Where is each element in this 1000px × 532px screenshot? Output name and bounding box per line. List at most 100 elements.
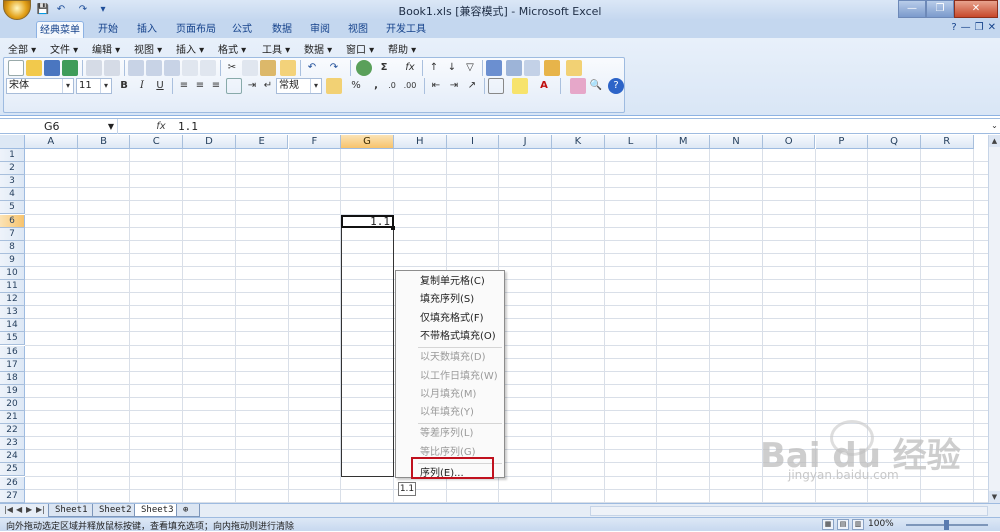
help-toolbar-icon[interactable]: ? bbox=[608, 78, 624, 94]
bold-button[interactable]: B bbox=[116, 78, 132, 94]
column-header-p[interactable]: P bbox=[815, 135, 869, 149]
page-break-view-icon[interactable]: ▥ bbox=[852, 519, 864, 530]
styles-icon[interactable] bbox=[570, 78, 586, 94]
font-color-icon[interactable]: A bbox=[536, 78, 552, 94]
permission-icon[interactable] bbox=[62, 60, 78, 76]
save-toolbar-icon[interactable] bbox=[44, 60, 60, 76]
column-header-h[interactable]: H bbox=[393, 135, 447, 149]
indent-icon[interactable]: ⇥ bbox=[244, 78, 260, 94]
align-left-icon[interactable]: ≡ bbox=[176, 78, 192, 94]
page-layout-view-icon[interactable]: ▤ bbox=[837, 519, 849, 530]
close-button[interactable]: ✕ bbox=[954, 0, 998, 18]
row-header-25[interactable]: 25 bbox=[0, 463, 25, 477]
normal-view-icon[interactable]: ▦ bbox=[822, 519, 834, 530]
name-box[interactable]: G6 ▼ bbox=[2, 119, 118, 134]
tab-developer[interactable]: 开发工具 bbox=[384, 21, 428, 38]
tab-data[interactable]: 数据 bbox=[266, 21, 298, 38]
sheet-tab-3[interactable]: Sheet3 bbox=[134, 504, 181, 517]
row-header-3[interactable]: 3 bbox=[0, 175, 25, 189]
orientation-icon[interactable]: ↗ bbox=[464, 78, 480, 94]
row-header-13[interactable]: 13 bbox=[0, 306, 25, 320]
row-header-15[interactable]: 15 bbox=[0, 332, 25, 346]
menu-data[interactable]: 数据 ▾ bbox=[304, 41, 332, 56]
row-header-24[interactable]: 24 bbox=[0, 450, 25, 464]
open-icon[interactable] bbox=[26, 60, 42, 76]
row-header-6[interactable]: 6 bbox=[0, 214, 25, 228]
comma-button[interactable]: , bbox=[368, 78, 384, 94]
row-header-18[interactable]: 18 bbox=[0, 371, 25, 385]
menu-item-fill-without-formatting[interactable]: 不带格式填充(O) bbox=[420, 328, 496, 346]
increase-indent-icon[interactable]: ⇥ bbox=[446, 78, 462, 94]
column-header-i[interactable]: I bbox=[446, 135, 500, 149]
column-header-n[interactable]: N bbox=[710, 135, 763, 149]
first-sheet-icon[interactable]: |◀ bbox=[4, 505, 13, 514]
tab-formulas[interactable]: 公式 bbox=[226, 21, 258, 38]
chevron-down-icon[interactable]: ▼ bbox=[108, 119, 114, 134]
ribbon-close-icon[interactable]: ✕ bbox=[988, 22, 996, 33]
sheet-tab-1[interactable]: Sheet1 bbox=[48, 504, 95, 517]
insert-function-icon[interactable]: fx bbox=[400, 60, 420, 76]
column-header-l[interactable]: L bbox=[604, 135, 658, 149]
wrap-icon[interactable]: ↵ bbox=[260, 78, 276, 94]
tab-classic-menu[interactable]: 经典菜单 bbox=[36, 21, 84, 38]
row-header-17[interactable]: 17 bbox=[0, 358, 25, 372]
column-header-m[interactable]: M bbox=[657, 135, 711, 149]
row-header-1[interactable]: 1 bbox=[0, 149, 25, 163]
printer-icon[interactable] bbox=[128, 60, 144, 76]
row-header-9[interactable]: 9 bbox=[0, 253, 25, 267]
column-header-g[interactable]: G bbox=[341, 135, 394, 149]
row-header-7[interactable]: 7 bbox=[0, 227, 25, 241]
align-right-icon[interactable]: ≡ bbox=[208, 78, 224, 94]
ribbon-restore-icon[interactable]: ❐ bbox=[975, 22, 984, 33]
vertical-scrollbar[interactable]: ▲ ▼ bbox=[988, 135, 1000, 503]
print-preview-icon[interactable] bbox=[104, 60, 120, 76]
folder-icon[interactable] bbox=[566, 60, 582, 76]
percent-button[interactable]: % bbox=[348, 78, 364, 94]
menu-item-fill-series[interactable]: 填充序列(S) bbox=[420, 291, 474, 309]
menu-view[interactable]: 视图 ▾ bbox=[134, 41, 162, 56]
column-header-r[interactable]: R bbox=[920, 135, 974, 149]
column-header-o[interactable]: O bbox=[762, 135, 816, 149]
borders-icon[interactable] bbox=[488, 78, 504, 94]
align-center-icon[interactable]: ≡ bbox=[192, 78, 208, 94]
undo-toolbar-icon[interactable]: ↶ bbox=[304, 60, 320, 76]
prev-sheet-icon[interactable]: ◀ bbox=[16, 505, 22, 514]
maximize-button[interactable]: ❐ bbox=[926, 0, 954, 18]
new-icon[interactable] bbox=[8, 60, 24, 76]
scroll-down-icon[interactable]: ▼ bbox=[989, 491, 1000, 503]
last-sheet-icon[interactable]: ▶| bbox=[36, 505, 45, 514]
table-icon[interactable] bbox=[524, 60, 540, 76]
row-header-8[interactable]: 8 bbox=[0, 240, 25, 254]
menu-window[interactable]: 窗口 ▾ bbox=[346, 41, 374, 56]
currency-icon[interactable] bbox=[326, 78, 342, 94]
autosum-icon[interactable]: Σ bbox=[376, 60, 392, 76]
redo-toolbar-icon[interactable]: ↷ bbox=[326, 60, 342, 76]
row-header-10[interactable]: 10 bbox=[0, 266, 25, 280]
chart-icon[interactable] bbox=[486, 60, 502, 76]
tab-view[interactable]: 视图 bbox=[342, 21, 374, 38]
increase-decimal-icon[interactable]: .0 bbox=[384, 78, 400, 94]
row-header-23[interactable]: 23 bbox=[0, 437, 25, 451]
font-name-select[interactable]: 宋体 ▾ bbox=[6, 78, 74, 94]
research-icon[interactable] bbox=[182, 60, 198, 76]
insert-function-button[interactable]: fx bbox=[152, 119, 170, 134]
menu-all[interactable]: 全部 ▾ bbox=[8, 41, 36, 56]
decrease-decimal-icon[interactable]: .00 bbox=[402, 78, 418, 94]
thesaurus-icon[interactable] bbox=[200, 60, 216, 76]
row-header-21[interactable]: 21 bbox=[0, 411, 25, 425]
row-header-19[interactable]: 19 bbox=[0, 384, 25, 398]
menu-file[interactable]: 文件 ▾ bbox=[50, 41, 78, 56]
column-header-j[interactable]: J bbox=[499, 135, 552, 149]
drawing-icon[interactable] bbox=[506, 60, 522, 76]
merge-center-icon[interactable] bbox=[226, 78, 242, 94]
menu-item-copy-cells[interactable]: 复制单元格(C) bbox=[420, 273, 485, 291]
sort-asc-icon[interactable]: ↑ bbox=[426, 60, 442, 76]
filter-icon[interactable]: ▽ bbox=[462, 60, 478, 76]
menu-item-fill-formatting-only[interactable]: 仅填充格式(F) bbox=[420, 310, 484, 328]
menu-insert[interactable]: 插入 ▾ bbox=[176, 41, 204, 56]
next-sheet-icon[interactable]: ▶ bbox=[26, 505, 32, 514]
format-painter-icon[interactable] bbox=[280, 60, 296, 76]
column-header-c[interactable]: C bbox=[130, 135, 184, 149]
paste-icon[interactable] bbox=[260, 60, 276, 76]
ribbon-minimize-icon[interactable]: — bbox=[961, 22, 971, 33]
